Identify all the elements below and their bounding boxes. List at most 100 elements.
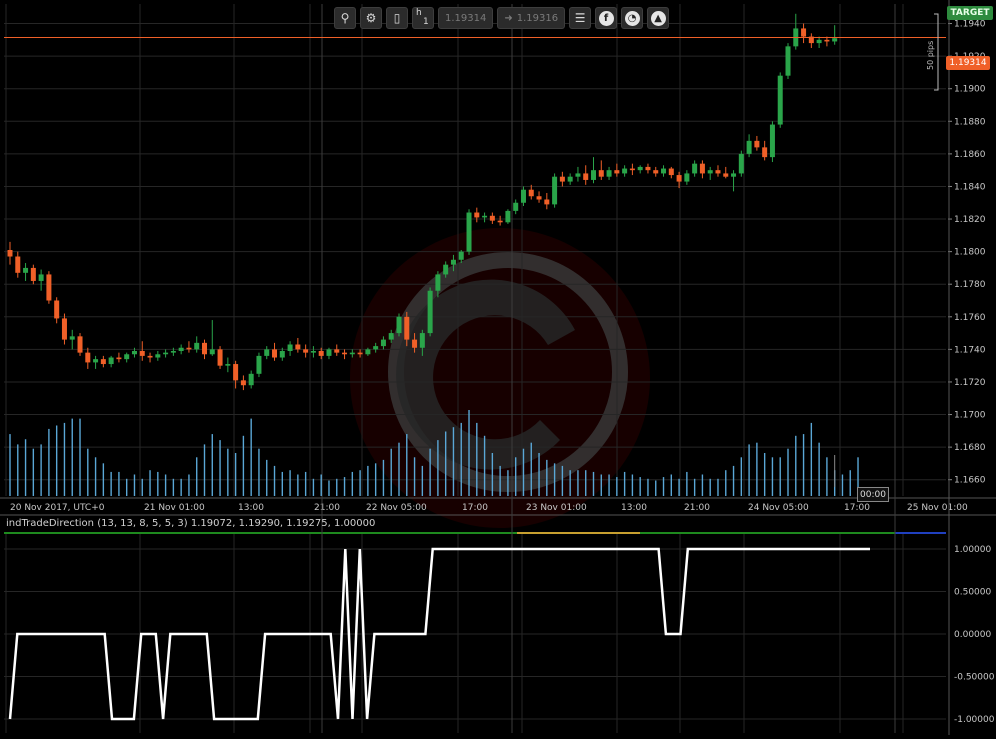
zoom-icon[interactable]: ⚲ [334,7,356,29]
candle-body [248,373,254,386]
current-time-badge: 00:00 [857,487,889,502]
candle-body [450,259,456,265]
candle-body [100,359,106,365]
y-axis-tick-label: 1.1860 [954,150,986,160]
candlestick-type-icon[interactable]: ▯ [386,7,408,29]
candle-body [482,215,488,218]
candle-body [645,166,651,171]
x-axis-tick-label: 24 Nov 05:00 [748,503,809,513]
calendar-button[interactable]: ◔ [621,7,644,29]
chart-settings-icon[interactable]: ⚙ [360,7,382,29]
candle-body [816,39,822,44]
candle-body [606,170,612,177]
facebook-button[interactable]: f [595,7,618,29]
buy-price: 1.19316 [516,12,559,24]
candle-body [163,352,169,355]
candle-body [116,357,122,360]
chart-workspace[interactable]: 1.19401.19201.19001.18801.18601.18401.18… [0,0,996,735]
candle-body [85,352,91,363]
candle-body [466,212,472,252]
candle-body [295,344,301,350]
candle-body [7,250,13,257]
x-axis-tick-label: 13:00 [621,503,647,513]
x-axis-tick-label: 13:00 [238,503,264,513]
candle-body [209,349,215,355]
x-axis-tick-label: 17:00 [462,503,488,513]
candle-body [443,264,449,275]
candle-body [38,274,44,281]
candle-body [77,336,83,353]
sell-button[interactable]: 1.19314 [438,7,494,29]
candle-body [256,355,262,374]
candle-body [365,349,371,355]
candle-body [272,349,278,358]
x-axis-tick-label: 21:00 [684,503,710,513]
target-badge[interactable]: TARGET [947,6,993,20]
y-axis-tick-label: 1.1880 [954,117,986,127]
candle-body [435,274,441,291]
candle-body [233,364,239,381]
candle-body [178,347,184,352]
candle-body [318,351,324,356]
candle-body [513,202,519,211]
candle-body [715,170,721,174]
candle-body [614,170,620,174]
buy-button[interactable]: ➜ 1.19316 [497,7,566,29]
candle-body [225,364,231,366]
pips-label: 50 pips [926,40,935,70]
candle-body [653,170,659,174]
candle-body [520,189,526,203]
candle-body [170,351,176,353]
candle-body [544,199,550,205]
y-axis-tick-label: 1.1700 [954,411,986,421]
candle-body [567,176,573,182]
candle-body [388,333,394,340]
y-axis-tick-label: 1.1760 [954,313,986,323]
y-axis-tick-label: 1.1660 [954,476,986,486]
candle-body [754,140,760,148]
candle-body [629,168,635,171]
candle-body [536,196,542,200]
y-axis-tick-label: 1.1800 [954,248,986,258]
candle-body [637,166,643,171]
candle-body [194,342,200,350]
x-axis-tick-label: 17:00 [844,503,870,513]
candle-body [310,351,316,353]
candle-body [279,351,285,358]
candle-body [668,168,674,176]
period-selector[interactable]: h 1 [412,7,434,29]
chart-canvas[interactable]: 1.19401.19201.19001.18801.18601.18401.18… [0,0,996,735]
x-axis-tick-label: 21:00 [314,503,340,513]
candle-body [661,168,667,174]
candle-body [762,147,768,158]
calendar-icon: ◔ [624,10,640,26]
candle-body [412,339,418,348]
candle-body [69,336,75,340]
candle-body [676,175,682,182]
candle-body [131,351,137,355]
candle-body [583,173,589,180]
candle-body [357,352,363,355]
candle-body [785,46,791,76]
sell-price: 1.19314 [445,12,487,24]
candle-body [692,163,698,174]
hat-button[interactable]: ▲ [647,7,670,29]
arrow-right-icon: ➜ [504,12,513,24]
candle-body [559,176,565,182]
candle-body [326,349,332,356]
candle-body [489,215,495,221]
candle-body [108,357,114,365]
candle-body [303,349,309,353]
y-axis-tick-label: 1.1900 [954,85,986,95]
indicator-title: indTradeDirection (13, 13, 8, 5, 5, 3) 1… [6,518,376,529]
candle-body [777,75,783,125]
candle-body [575,173,581,177]
y-axis-tick-label: 1.1680 [954,443,986,453]
indicator-y-tick-label: 0.00000 [954,630,991,640]
candle-body [746,140,752,154]
checklist-icon[interactable]: ☰ [569,7,592,29]
candle-body [591,170,596,180]
candle-body [380,339,386,347]
candle-body [373,346,379,350]
y-axis-tick-label: 1.1940 [954,20,986,30]
